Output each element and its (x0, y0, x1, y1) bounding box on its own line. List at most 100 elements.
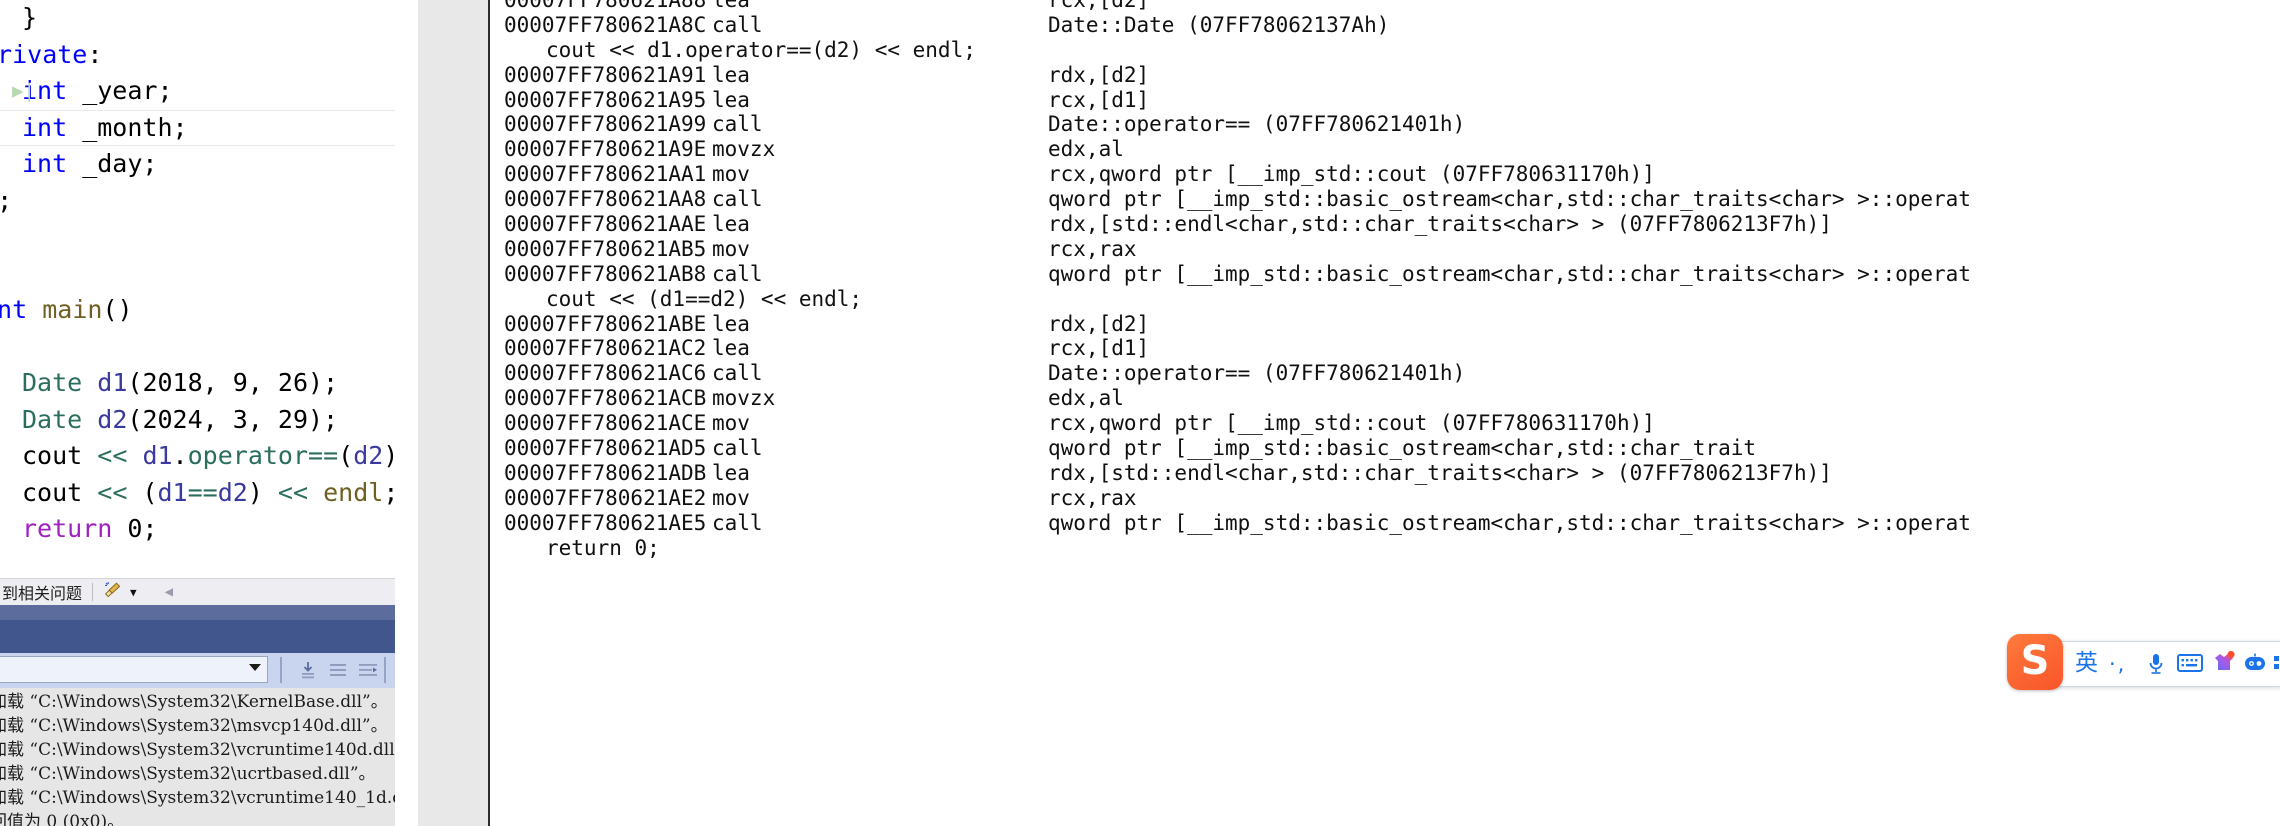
disassembly-instruction-row[interactable]: 00007FF780621AA1 mov rcx,qword ptr [__imp_… (418, 162, 2280, 187)
disassembly-instruction-row[interactable]: 00007FF780621A88 lea rcx,[d2] (418, 0, 2280, 13)
disassembly-instruction-row[interactable]: 00007FF780621ABE lea rdx,[d2] (418, 312, 2280, 337)
code-token: _month; (67, 112, 188, 142)
code-token: ) (383, 441, 395, 470)
code-token: d1 (142, 441, 173, 470)
code-token: main (42, 295, 103, 324)
code-token: operator== (187, 441, 339, 470)
instruction-mnemonic: lea (712, 336, 750, 361)
instruction-operands: rcx,qword ptr [__imp_std::cout (07FF7806… (1048, 411, 1655, 436)
instruction-operands: Date::Date (07FF78062137Ah) (1048, 12, 1390, 37)
disassembly-lines[interactable]: 00007FF780621A88 lea rcx,[d2] 00007FF780621… (418, 0, 2280, 814)
code-line[interactable] (0, 219, 395, 256)
code-line[interactable]: int _month; (0, 109, 395, 146)
collapse-arrow-icon[interactable]: ▶| (12, 73, 35, 110)
output-window-toolbar[interactable] (0, 653, 395, 688)
chevron-down-icon[interactable] (249, 664, 261, 671)
instruction-mnemonic: lea (712, 460, 750, 485)
robot-icon[interactable] (2243, 653, 2267, 677)
disassembly-pane: 00007FF780621A88 lea rcx,[d2] 00007FF780621… (418, 0, 2280, 826)
code-line[interactable]: cout << (d1==d2) << endl; (0, 475, 395, 512)
disassembly-instruction-row[interactable]: 00007FF780621ACB movzx edx,al (418, 386, 2280, 411)
pane-splitter[interactable] (395, 0, 418, 826)
instruction-operands: rdx,[d2] (1048, 62, 1150, 87)
source-code-area[interactable]: }private:▶|int _year;int _month;int _day… (0, 0, 395, 578)
code-line-text: Date d1(2018, 9, 26); (22, 368, 338, 397)
code-line[interactable]: { (0, 329, 395, 366)
disassembly-instruction-row[interactable]: 00007FF780621AE5 call qword ptr [__imp_std… (418, 511, 2280, 536)
ime-language-toggle[interactable]: 英 (2075, 650, 2098, 676)
toolbar-divider (92, 583, 94, 601)
disassembly-instruction-row[interactable]: 00007FF780621ACE mov rcx,qword ptr [__imp_… (418, 411, 2280, 436)
instruction-operands: qword ptr [__imp_std::basic_ostream<char… (1048, 436, 1757, 461)
clear-all-icon[interactable] (326, 658, 350, 682)
code-token: : (87, 39, 103, 69)
disassembly-instruction-row[interactable]: 00007FF780621AAE lea rdx,[std::endl<char,s… (418, 212, 2280, 237)
output-source-select[interactable] (0, 656, 268, 683)
go-to-message-icon[interactable] (296, 658, 320, 682)
keyboard-icon[interactable] (2177, 653, 2203, 677)
disassembly-instruction-row[interactable]: 00007FF780621AE2 mov rcx,rax (418, 486, 2280, 511)
disassembly-instruction-row[interactable]: 00007FF780621A8C call Date::Date (07FF7806… (418, 13, 2280, 38)
instruction-address: 00007FF780621A99 (504, 112, 707, 137)
disassembly-instruction-row[interactable]: 00007FF780621AD5 call qword ptr [__imp_std… (418, 436, 2280, 461)
error-list-toolbar[interactable]: 到相关问题 ▼ ◀ (0, 578, 395, 606)
disassembly-instruction-row[interactable]: 00007FF780621AC2 lea rcx,[d1] (418, 336, 2280, 361)
microphone-icon[interactable] (2145, 651, 2167, 679)
instruction-address: 00007FF780621AC2 (504, 336, 707, 361)
disassembly-instruction-row[interactable]: 00007FF780621A9E movzx edx,al (418, 137, 2280, 162)
more-menu-icon[interactable] (2273, 652, 2280, 680)
left-triangle-icon[interactable]: ◀ (165, 584, 173, 600)
code-token: ( (338, 441, 354, 470)
code-token: private (0, 39, 88, 69)
sogou-logo-icon[interactable]: S (2007, 634, 2063, 690)
code-line[interactable]: Date d1(2018, 9, 26); (0, 365, 395, 402)
instruction-mnemonic: call (712, 12, 763, 37)
source-editor-pane: }private:▶|int _year;int _month;int _day… (0, 0, 395, 826)
toggle-wordwrap-icon[interactable] (356, 658, 380, 682)
disassembly-instruction-row[interactable]: 00007FF780621A99 call Date::operator== (07… (418, 112, 2280, 137)
code-line[interactable]: int _day; (0, 146, 395, 183)
disassembly-instruction-row[interactable]: 00007FF780621ADB lea rdx,[std::endl<char,s… (418, 461, 2280, 486)
instruction-operands: rdx,[std::endl<char,std::char_traits<cha… (1048, 460, 1832, 485)
sogou-logo-letter: S (2020, 638, 2050, 684)
instruction-address: 00007FF780621A91 (504, 62, 707, 87)
chevron-down-icon[interactable]: ▼ (130, 586, 137, 599)
code-line[interactable]: int main() (0, 292, 395, 329)
code-line[interactable]: private: (0, 37, 395, 74)
code-line[interactable]: } (0, 548, 395, 579)
disassembly-instruction-row[interactable]: 00007FF780621AA8 call qword ptr [__imp_std… (418, 187, 2280, 212)
disassembly-instruction-row[interactable]: 00007FF780621A91 lea rdx,[d2] (418, 63, 2280, 88)
skin-icon[interactable] (2211, 650, 2237, 680)
code-token: ( (127, 477, 158, 507)
disassembly-source-line[interactable]: cout << d1.operator==(d2) << endl; (418, 38, 2280, 63)
instruction-mnemonic: mov (712, 162, 750, 187)
code-line-text: int _day; (22, 149, 157, 178)
code-token: _day; (67, 149, 158, 178)
disassembly-instruction-row[interactable]: 00007FF780621AC6 call Date::operator== (07… (418, 361, 2280, 386)
instruction-operands: edx,al (1048, 137, 1124, 162)
instruction-mnemonic: call (712, 436, 763, 461)
output-log-line: 加载 “C:\Windows\System32\vcruntime140d.dl… (0, 740, 395, 760)
broom-icon[interactable] (103, 581, 123, 603)
ime-floating-toolbar[interactable]: S 英 ·, (2007, 634, 2280, 690)
disassembly-instruction-row[interactable]: 00007FF780621A95 lea rcx,[d1] (418, 88, 2280, 113)
instruction-address: 00007FF780621AA8 (504, 187, 707, 212)
instruction-operands: rcx,[d1] (1048, 336, 1150, 361)
disassembly-instruction-row[interactable]: 00007FF780621AB5 mov rcx,rax (418, 237, 2280, 262)
code-line[interactable]: return 0; (0, 511, 395, 548)
code-line-text: int _month; (22, 113, 188, 142)
ime-punctuation-toggle[interactable]: ·, (2109, 651, 2126, 677)
code-line[interactable]: Date d2(2024, 3, 29); (0, 402, 395, 439)
disassembly-instruction-row[interactable]: 00007FF780621AB8 call qword ptr [__imp_std… (418, 262, 2280, 287)
code-line[interactable] (0, 256, 395, 293)
code-line[interactable]: } (0, 0, 395, 37)
output-log-panel[interactable]: 加载 “C:\Windows\System32\KernelBase.dll”。… (0, 688, 395, 826)
code-line[interactable]: cout << d1.operator==(d2) << endl; (0, 438, 395, 475)
code-line[interactable]: ▶| int _year; (0, 73, 395, 110)
disassembly-source-line[interactable]: cout << (d1==d2) << endl; (418, 287, 2280, 312)
disassembly-source-line[interactable]: return 0; (418, 536, 2280, 561)
instruction-address: 00007FF780621AC6 (504, 361, 707, 386)
code-line[interactable]: }; (0, 183, 395, 220)
instruction-mnemonic: call (712, 510, 763, 535)
